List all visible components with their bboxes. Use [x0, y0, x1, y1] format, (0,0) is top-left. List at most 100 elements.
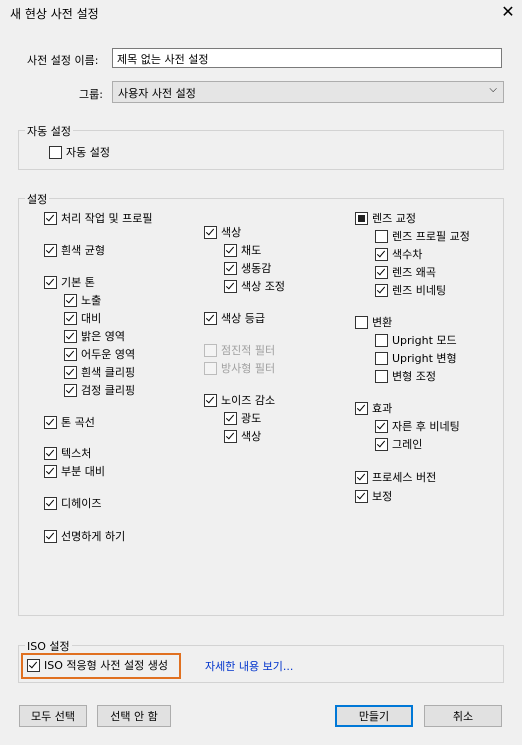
checkbox-box: [375, 369, 388, 383]
checkbox-box: [64, 383, 77, 397]
checkbox-box: [44, 415, 57, 429]
checkbox-label: Upright 변형: [392, 352, 457, 365]
setting-checkbox[interactable]: 렌즈 왜곡: [375, 264, 436, 280]
setting-checkbox[interactable]: 대비: [64, 310, 101, 326]
learn-more-link[interactable]: 자세한 내용 보기...: [205, 658, 293, 674]
close-icon[interactable]: ✕: [496, 1, 520, 23]
setting-checkbox[interactable]: Upright 변형: [375, 350, 457, 366]
checkbox-box: [375, 265, 388, 279]
checkbox-label: 효과: [372, 402, 393, 415]
checkbox-box: [44, 275, 57, 289]
setting-checkbox[interactable]: 어두운 영역: [64, 346, 135, 362]
setting-checkbox[interactable]: 텍스처: [44, 445, 91, 461]
checkbox-label: 흰색 균형: [61, 244, 105, 257]
checkbox-label: 자동 설정: [66, 146, 110, 159]
checkbox-label: 색상: [241, 430, 262, 443]
checkbox-label: ISO 적응형 사전 설정 생성: [44, 659, 168, 672]
auto-settings-checkbox[interactable]: 자동 설정: [49, 144, 110, 160]
create-button[interactable]: 만들기: [335, 705, 413, 727]
cancel-button[interactable]: 취소: [424, 705, 502, 727]
checkbox-box: [224, 411, 237, 425]
checkbox-box: [375, 419, 388, 433]
checkbox-label: 방사형 필터: [221, 362, 276, 375]
checkbox-box: [64, 311, 77, 325]
select-none-button[interactable]: 선택 안 함: [97, 705, 171, 727]
setting-checkbox[interactable]: 생동감: [224, 260, 271, 276]
setting-checkbox[interactable]: 그레인: [375, 436, 422, 452]
checkbox-label: 광도: [241, 412, 262, 425]
setting-checkbox[interactable]: 선명하게 하기: [44, 528, 125, 544]
settings-title: 설정: [25, 191, 50, 207]
setting-checkbox[interactable]: 검정 클리핑: [64, 382, 135, 398]
checkbox-label: 어두운 영역: [81, 348, 136, 361]
checkbox-label: 렌즈 프로필 교정: [392, 230, 470, 243]
checkbox-box: [355, 211, 368, 225]
checkbox-box: [355, 315, 368, 329]
checkbox-box: [44, 529, 57, 543]
checkbox-label: 렌즈 교정: [372, 212, 416, 225]
group-select[interactable]: 사용자 사전 설정 ⌵: [112, 81, 504, 103]
setting-checkbox[interactable]: 채도: [224, 242, 261, 258]
setting-checkbox[interactable]: 변환: [355, 314, 392, 330]
checkbox-box: [204, 311, 217, 325]
iso-adaptive-checkbox[interactable]: ISO 적응형 사전 설정 생성: [27, 657, 168, 673]
checkbox-label: 텍스처: [61, 447, 92, 460]
checkbox-box: [64, 329, 77, 343]
checkbox-box: [44, 446, 57, 460]
checkbox-label: 렌즈 왜곡: [392, 266, 436, 279]
checkbox-label: 톤 곡선: [61, 416, 95, 429]
checkbox-box: [44, 496, 57, 510]
checkbox-box: [375, 351, 388, 365]
setting-checkbox[interactable]: 처리 작업 및 프로필: [44, 210, 152, 226]
setting-checkbox[interactable]: 렌즈 비네팅: [375, 282, 446, 298]
setting-checkbox[interactable]: 밝은 영역: [64, 328, 125, 344]
setting-checkbox[interactable]: 색수차: [375, 246, 422, 262]
setting-checkbox[interactable]: 효과: [355, 400, 392, 416]
checkbox-label: 색상 등급: [221, 312, 265, 325]
checkbox-box: [49, 145, 62, 159]
checkbox-label: 렌즈 비네팅: [392, 284, 447, 297]
setting-checkbox[interactable]: 흰색 균형: [44, 242, 105, 258]
checkbox-box: [64, 365, 77, 379]
checkbox-box: [355, 489, 368, 503]
setting-checkbox[interactable]: 흰색 클리핑: [64, 364, 135, 380]
checkbox-box: [355, 470, 368, 484]
setting-checkbox[interactable]: 렌즈 교정: [355, 210, 416, 226]
checkbox-label: 자른 후 비네팅: [392, 420, 460, 433]
checkbox-box: [224, 279, 237, 293]
checkbox-label: 검정 클리핑: [81, 384, 136, 397]
setting-checkbox[interactable]: 노이즈 감소: [204, 392, 275, 408]
checkbox-box: [27, 658, 40, 672]
setting-checkbox[interactable]: 색상 조정: [224, 278, 285, 294]
setting-checkbox[interactable]: 색상: [224, 428, 261, 444]
setting-checkbox[interactable]: 디헤이즈: [44, 495, 101, 511]
setting-checkbox[interactable]: 렌즈 프로필 교정: [375, 228, 470, 244]
checkbox-label: 색상: [221, 226, 242, 239]
setting-checkbox[interactable]: 부분 대비: [44, 463, 105, 479]
checkbox-label: 색상 조정: [241, 280, 285, 293]
preset-name-input[interactable]: 제목 없는 사전 설정: [112, 48, 502, 68]
setting-checkbox: 방사형 필터: [204, 360, 275, 376]
checkbox-label: 처리 작업 및 프로필: [61, 212, 153, 225]
setting-checkbox[interactable]: 보정: [355, 488, 392, 504]
checkbox-label: 보정: [372, 490, 393, 503]
checkbox-label: 노출: [81, 294, 102, 307]
setting-checkbox[interactable]: 기본 톤: [44, 274, 95, 290]
setting-checkbox[interactable]: 색상: [204, 224, 241, 240]
checkbox-label: 채도: [241, 244, 262, 257]
setting-checkbox[interactable]: 색상 등급: [204, 310, 265, 326]
setting-checkbox[interactable]: 톤 곡선: [44, 414, 95, 430]
setting-checkbox[interactable]: 프로세스 버전: [355, 469, 436, 485]
setting-checkbox[interactable]: 변형 조정: [375, 368, 436, 384]
setting-checkbox[interactable]: Upright 모드: [375, 332, 457, 348]
setting-checkbox[interactable]: 노출: [64, 292, 101, 308]
checkbox-label: 부분 대비: [61, 465, 105, 478]
preset-name-label: 사전 설정 이름:: [27, 54, 99, 67]
setting-checkbox[interactable]: 자른 후 비네팅: [375, 418, 460, 434]
checkbox-box: [375, 283, 388, 297]
checkbox-box: [44, 243, 57, 257]
setting-checkbox[interactable]: 광도: [224, 410, 261, 426]
checkbox-box: [44, 464, 57, 478]
checkbox-box: [204, 361, 217, 375]
select-all-button[interactable]: 모두 선택: [19, 705, 87, 727]
